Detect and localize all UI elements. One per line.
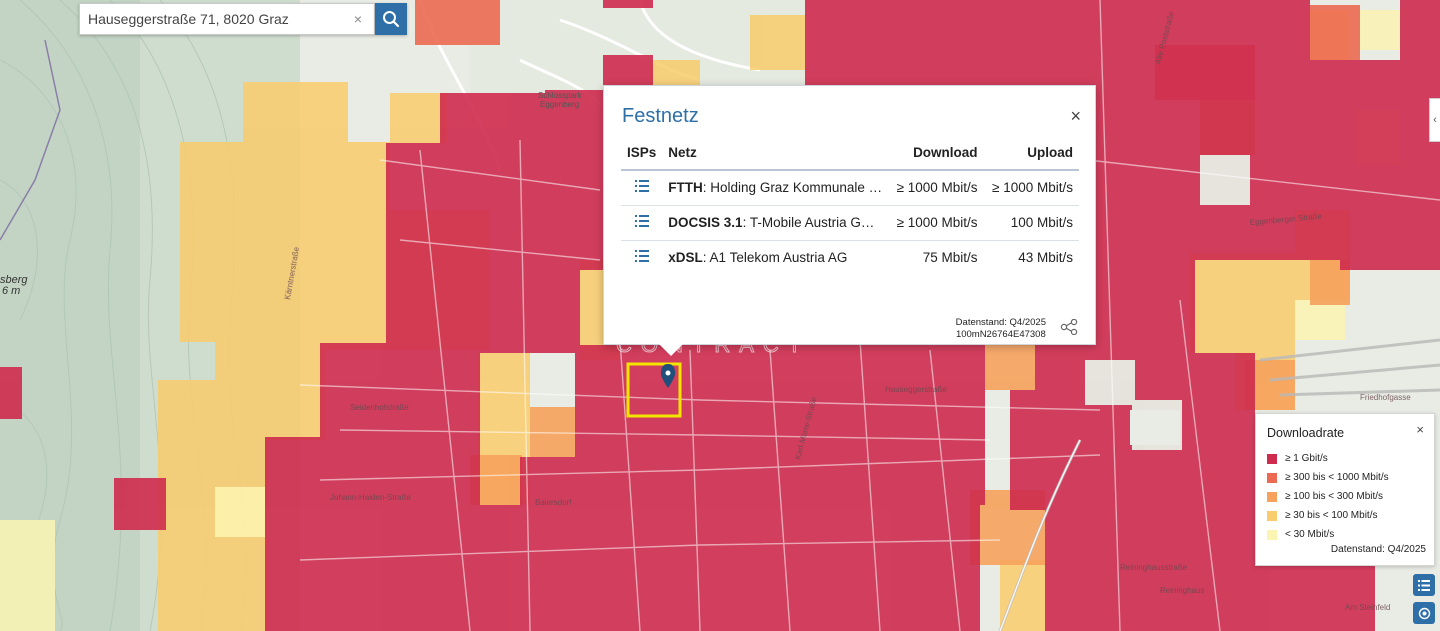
street-label: Reininghaus	[1160, 586, 1204, 595]
isp-list-button[interactable]	[621, 170, 663, 206]
popup-title: Festnetz	[622, 105, 699, 127]
search-icon	[383, 11, 400, 28]
sidebar-toggle-button[interactable]: ‹	[1429, 98, 1440, 142]
legend-swatch	[1267, 453, 1277, 464]
street-label: Hauseggerstraße	[885, 385, 947, 394]
technology-label: FTTH	[668, 180, 703, 196]
popup-close-button[interactable]: ×	[1070, 107, 1081, 125]
popup-pointer	[659, 344, 683, 356]
technology-label: DOCSIS 3.1	[668, 215, 743, 230]
network-table: ISPs Netz Download Upload FTTH: Holding …	[621, 136, 1079, 275]
column-header-isps: ISPs	[621, 136, 663, 171]
share-icon[interactable]	[1060, 319, 1078, 335]
cell-id-label: 100mN26764E47308	[955, 329, 1046, 340]
upload-value: ≥ 1000 Mbit/s	[983, 170, 1079, 206]
legend-toggle-button[interactable]	[1413, 574, 1435, 596]
legend-close-button[interactable]: ×	[1416, 422, 1424, 437]
festnetz-popup: Festnetz × ISPs Netz Download Upload FTT…	[603, 85, 1096, 356]
chevron-left-icon: ‹	[1433, 114, 1437, 126]
column-header-download: Download	[888, 136, 984, 171]
legend-list: ≥ 1 Gbit/s ≥ 300 bis < 1000 Mbit/s ≥ 100…	[1267, 449, 1424, 544]
isp-list-button[interactable]	[621, 205, 663, 241]
technology-label: xDSL	[668, 250, 703, 266]
legend-label: < 30 Mbit/s	[1285, 529, 1335, 540]
search-box: ×	[79, 3, 375, 35]
provider-label: : Holding Graz Kommunale …	[702, 180, 883, 196]
network-cell: FTTH: Holding Graz Kommunale …	[662, 170, 889, 206]
legend-label: ≥ 30 bis < 100 Mbit/s	[1285, 510, 1378, 521]
street-label: Am Steinfeld	[1345, 603, 1390, 612]
popup-footer: Datenstand: Q4/2025 100mN26764E47308	[956, 317, 1046, 341]
legend-item: ≥ 30 bis < 100 Mbit/s	[1267, 506, 1424, 525]
search-input[interactable]	[88, 11, 350, 27]
upload-value: 100 Mbit/s	[983, 205, 1079, 241]
network-cell: DOCSIS 3.1: T-Mobile Austria Gm…	[662, 205, 889, 241]
legend-swatch	[1267, 472, 1277, 483]
clear-search-icon[interactable]: ×	[350, 11, 366, 27]
datenstand-label: Datenstand: Q4/2025	[955, 317, 1046, 328]
download-value: ≥ 1000 Mbit/s	[888, 170, 984, 206]
legend-label: ≥ 100 bis < 300 Mbit/s	[1285, 491, 1384, 502]
street-label: Seidenhofstraße	[350, 403, 409, 412]
list-icon	[634, 250, 649, 263]
locate-button[interactable]	[1413, 602, 1435, 624]
legend-swatch	[1267, 510, 1277, 521]
table-row: xDSL: A1 Telekom Austria AG 75 Mbit/s 43…	[621, 240, 1079, 275]
search-button[interactable]	[375, 3, 407, 35]
list-icon	[1418, 579, 1430, 591]
table-row: FTTH: Holding Graz Kommunale … ≥ 1000 Mb…	[621, 170, 1079, 206]
download-value: ≥ 1000 Mbit/s	[888, 205, 984, 241]
table-row: DOCSIS 3.1: T-Mobile Austria Gm… ≥ 1000 …	[621, 205, 1079, 241]
network-cell: xDSL: A1 Telekom Austria AG	[662, 240, 888, 275]
park-label-1: Schlosspark	[538, 91, 583, 100]
list-icon	[634, 180, 649, 193]
legend-datenstand: Datenstand: Q4/2025	[1330, 544, 1426, 555]
column-header-netz: Netz	[662, 136, 889, 171]
legend-item: ≥ 300 bis < 1000 Mbit/s	[1267, 468, 1424, 487]
isp-list-button[interactable]	[621, 240, 662, 275]
target-icon	[1418, 607, 1430, 619]
street-label: Baiersdorf	[535, 498, 572, 507]
peak-label-2: 6 m	[2, 285, 20, 297]
download-value: 75 Mbit/s	[922, 250, 978, 266]
column-header-upload: Upload	[983, 136, 1079, 171]
street-label: Johann-Haiden-Straße	[330, 493, 411, 502]
provider-label: : T-Mobile Austria Gm…	[742, 215, 886, 230]
provider-label: : A1 Telekom Austria AG	[702, 250, 848, 266]
legend-label: ≥ 300 bis < 1000 Mbit/s	[1285, 472, 1389, 483]
street-label: Friedhofgasse	[1360, 393, 1411, 402]
legend-swatch	[1267, 491, 1277, 502]
street-label: Reininghausstraße	[1120, 563, 1188, 572]
legend-title: Downloadrate	[1267, 426, 1345, 440]
list-icon	[634, 215, 649, 227]
legend-item: < 30 Mbit/s	[1267, 525, 1424, 544]
legend-swatch	[1267, 529, 1277, 540]
legend-label: ≥ 1 Gbit/s	[1285, 453, 1328, 464]
legend-panel: Downloadrate × ≥ 1 Gbit/s ≥ 300 bis < 10…	[1255, 413, 1435, 566]
park-label-2: Eggenberg	[540, 100, 579, 109]
upload-value: 43 Mbit/s	[1018, 250, 1073, 266]
legend-item: ≥ 1 Gbit/s	[1267, 449, 1424, 468]
legend-item: ≥ 100 bis < 300 Mbit/s	[1267, 487, 1424, 506]
